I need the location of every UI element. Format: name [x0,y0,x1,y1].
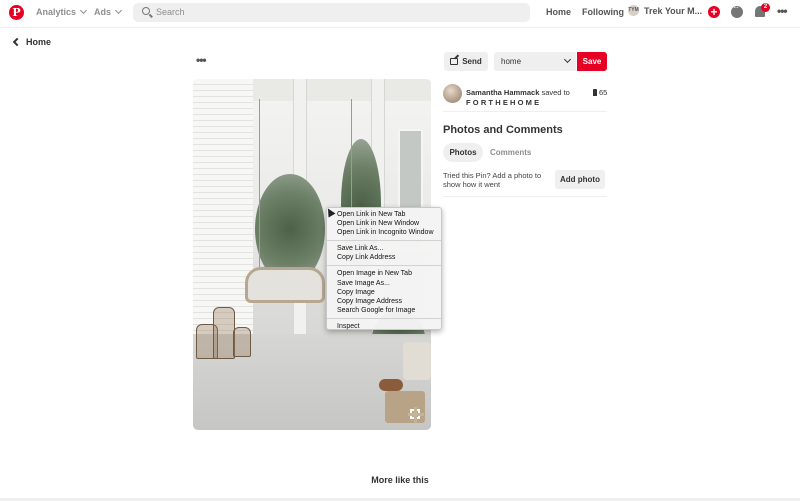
pin-icon [593,89,597,96]
menu-save-image-as[interactable]: Save Image As... [327,279,441,288]
menu-copy-image[interactable]: Copy Image [327,288,441,297]
basket [403,342,431,380]
back-to-home-button[interactable]: Home [12,37,52,47]
profile-link[interactable]: TYM Trek Your M... [628,5,702,16]
more-options-icon[interactable]: ••• [777,4,788,18]
tried-pin-text: Tried this Pin? Add a photo to show how … [443,171,542,189]
lantern [233,327,251,357]
back-label: Home [26,37,52,47]
divider [0,27,800,28]
menu-separator [327,265,441,267]
shoes [379,379,403,391]
messages-icon[interactable] [731,3,743,18]
menu-open-image-new-tab[interactable]: Open Image in New Tab [327,269,441,278]
saved-by-text: Samantha Hammack saved to FORTHEHOME [466,88,581,107]
search-input[interactable]: Search [133,3,530,22]
menu-open-link-new-tab[interactable]: Open Link in New Tab [327,210,441,219]
saver-name[interactable]: Samantha Hammack [466,88,539,97]
share-icon [450,58,459,65]
board-select-value: home [501,57,522,66]
porch-swing-bed [245,267,325,303]
menu-copy-link-address[interactable]: Copy Link Address [327,253,441,262]
create-plus-icon[interactable]: + [708,6,720,18]
send-button[interactable]: Send [444,52,488,71]
notification-badge: 2 [761,3,770,12]
search-icon [142,7,150,15]
tab-photos[interactable]: Photos [443,143,483,162]
pinterest-logo-icon[interactable]: P [9,5,24,20]
menu-separator [327,240,441,242]
chevron-left-icon [12,37,22,47]
menu-copy-image-address[interactable]: Copy Image Address [327,297,441,306]
avatar[interactable] [443,84,462,103]
chevron-down-icon [79,6,88,15]
send-label: Send [462,57,482,66]
divider [443,111,607,112]
menu-open-link-new-window[interactable]: Open Link in New Window [327,219,441,228]
menu-inspect[interactable]: Inspect [327,322,441,331]
menu-open-link-incognito[interactable]: Open Link in Incognito Window [327,228,441,237]
nav-home-link[interactable]: Home [546,7,571,17]
menu-search-google-image[interactable]: Search Google for Image [327,306,441,315]
photos-comments-title: Photos and Comments [443,124,563,136]
context-menu: Open Link in New Tab Open Link in New Wi… [326,207,442,330]
analytics-dropdown[interactable]: Analytics [36,6,88,17]
pin-count: 65 [593,88,607,97]
profile-name: Trek Your M... [644,5,703,16]
pin-count-value: 65 [599,88,608,97]
expand-icon[interactable] [408,407,424,423]
top-navigation-bar: P Analytics Ads Search Home Following TY… [0,0,800,27]
menu-separator [327,317,441,319]
board-select[interactable]: home [494,52,576,71]
tab-comments[interactable]: Comments [490,143,531,162]
ads-label: Ads [94,7,112,17]
chevron-down-icon [563,55,572,64]
save-button[interactable]: Save [577,52,607,71]
lantern [213,307,235,359]
board-name-link[interactable]: FORTHEHOME [466,98,541,107]
pin-more-options-icon[interactable]: ••• [196,53,207,67]
more-like-this-heading: More like this [371,475,429,485]
search-placeholder: Search [156,7,185,17]
chevron-down-icon [114,6,123,15]
swing-rope [259,99,260,274]
analytics-label: Analytics [36,7,77,17]
ads-dropdown[interactable]: Ads [94,6,123,17]
menu-save-link-as[interactable]: Save Link As... [327,244,441,253]
avatar: TYM [628,5,639,16]
add-photo-button[interactable]: Add photo [555,170,605,189]
divider [443,196,607,197]
saved-to-label: saved to [541,88,570,97]
nav-following-link[interactable]: Following [582,7,624,17]
